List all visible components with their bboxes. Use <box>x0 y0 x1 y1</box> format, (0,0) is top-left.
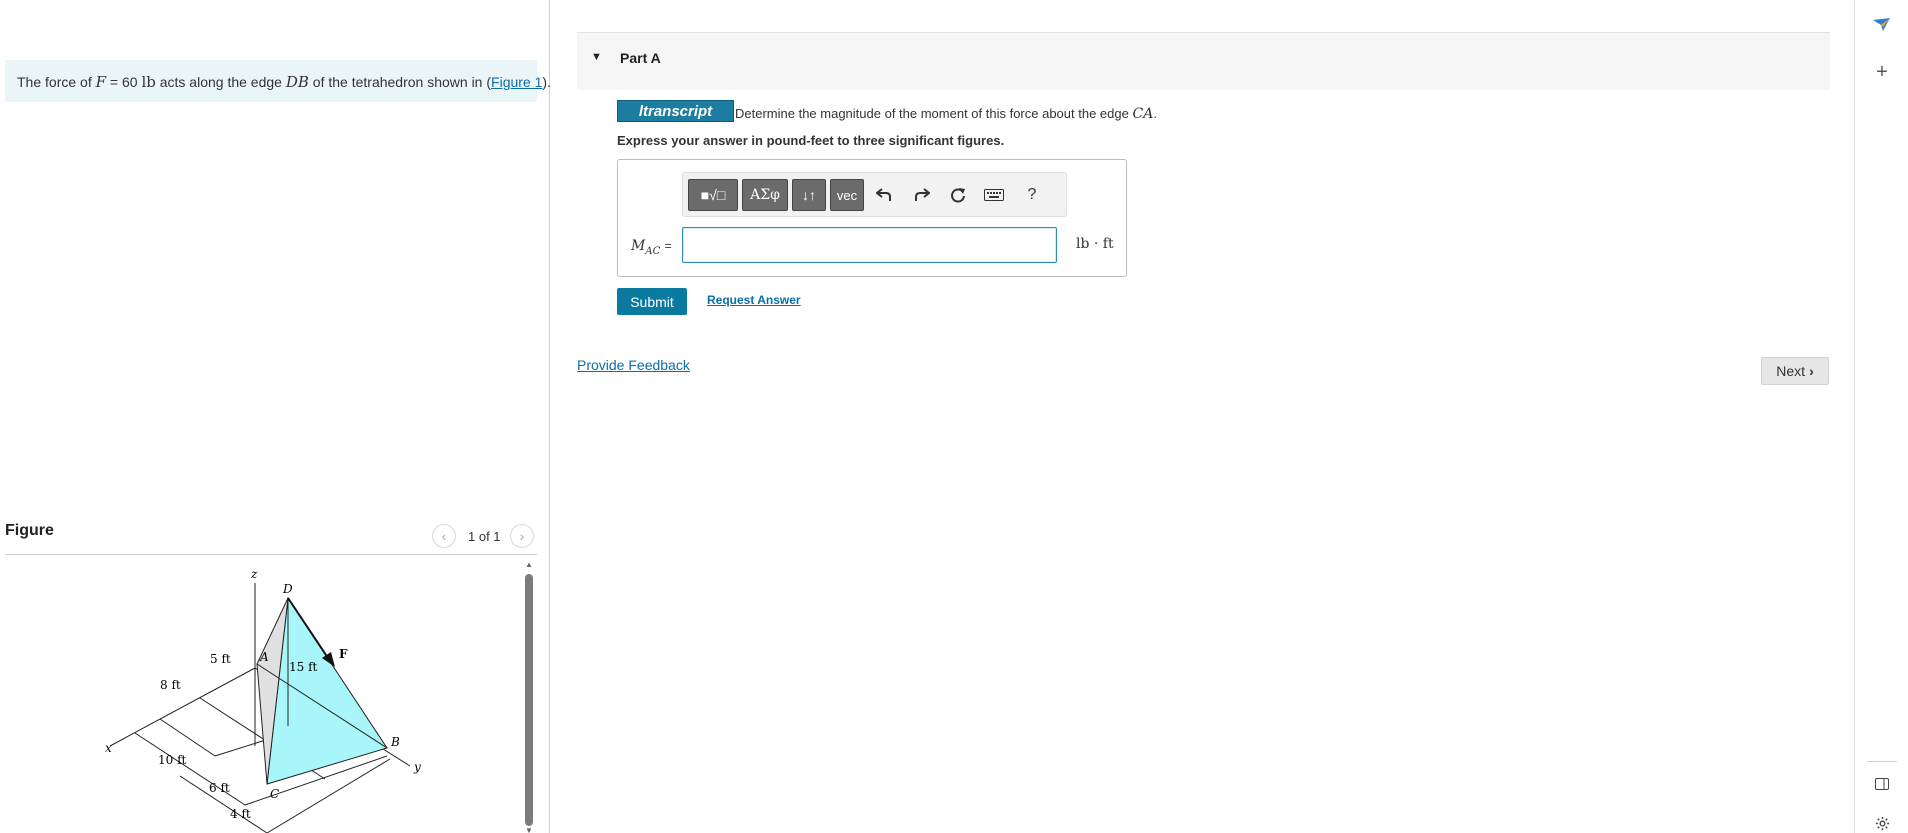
transcript-logo: ltranscript <box>617 100 734 122</box>
right-rail: + <box>1854 0 1908 833</box>
problem-mid: acts along the edge <box>159 74 282 90</box>
scroll-down-arrow-icon[interactable]: ▼ <box>525 826 533 833</box>
label-x: x <box>105 741 112 755</box>
question-text: Determine the magnitude of the moment of… <box>735 106 1157 122</box>
problem-close: ). <box>542 74 551 90</box>
label-15ft: 15 ft <box>289 660 318 674</box>
figure-viewport: z D A 15 ft F 5 ft 8 ft B y x 10 ft C 6 … <box>5 556 525 833</box>
force-unit: lb <box>141 73 156 91</box>
label-y: y <box>413 760 421 774</box>
vector-button[interactable]: vec <box>830 179 864 211</box>
label-A: A <box>259 650 269 664</box>
answer-unit: lb · ft <box>1076 236 1114 252</box>
app-root: { "problem": { "prefix": "The force of",… <box>0 0 1908 833</box>
paper-plane-icon[interactable] <box>1855 18 1908 32</box>
figure-divider <box>5 554 537 555</box>
label-4ft: 4 ft <box>230 807 251 821</box>
scroll-up-arrow-icon[interactable]: ▲ <box>525 560 533 569</box>
next-button[interactable]: Next › <box>1761 357 1829 385</box>
label-B: B <box>390 735 400 749</box>
answer-box: ■√□ ΑΣφ ↓↑ vec ? MAC = lb · ft <box>617 159 1127 277</box>
math-toolbar: ■√□ ΑΣφ ↓↑ vec ? <box>682 172 1067 217</box>
grid-line <box>159 718 216 757</box>
scroll-thumb[interactable] <box>525 574 533 826</box>
chevron-right-icon: › <box>1809 363 1814 379</box>
subscript-superscript-button[interactable]: ↓↑ <box>792 179 826 211</box>
variable-main: M <box>631 238 646 254</box>
answer-variable: MAC = <box>631 238 672 257</box>
label-z: z <box>250 567 258 581</box>
problem-pane: The force of F = 60 lb acts along the ed… <box>0 0 551 833</box>
caret-down-icon[interactable]: ▼ <box>591 51 602 63</box>
help-button[interactable]: ? <box>1019 181 1045 209</box>
force-variable: F <box>95 73 107 91</box>
figure-title: Figure <box>5 522 54 539</box>
part-title: Part A <box>620 50 661 66</box>
force-value: = 60 <box>109 74 138 90</box>
part-header[interactable]: ▼ Part A <box>577 32 1830 90</box>
plus-icon[interactable]: + <box>1855 62 1908 82</box>
label-F: F <box>339 647 348 661</box>
reset-icon[interactable] <box>945 181 971 209</box>
label-6ft: 6 ft <box>209 781 230 795</box>
rail-divider <box>1867 761 1897 762</box>
provide-feedback-link[interactable]: Provide Feedback <box>577 357 690 373</box>
label-D: D <box>282 582 293 596</box>
next-label: Next <box>1776 363 1806 379</box>
variable-subscript: AC <box>645 245 661 257</box>
redo-icon[interactable] <box>909 181 935 209</box>
instruction-text: Express your answer in pound-feet to thr… <box>617 133 1005 148</box>
sidebar-panel-icon[interactable] <box>1855 778 1908 790</box>
settings-gear-icon[interactable] <box>1855 816 1908 831</box>
edge-variable: DB <box>285 73 309 91</box>
tetrahedron-figure: z D A 15 ft F 5 ft 8 ft B y x 10 ft C 6 … <box>105 567 421 833</box>
figure-counter: 1 of 1 <box>468 529 501 544</box>
request-answer-link[interactable]: Request Answer <box>707 293 801 307</box>
templates-button[interactable]: ■√□ <box>688 179 738 211</box>
label-C: C <box>270 787 279 801</box>
figure-next-button[interactable]: › <box>510 524 534 548</box>
undo-icon[interactable] <box>871 181 897 209</box>
answer-input[interactable] <box>682 227 1057 263</box>
problem-statement: The force of F = 60 lb acts along the ed… <box>5 60 551 102</box>
figure-link[interactable]: Figure 1 <box>491 74 542 90</box>
figure-prev-button[interactable]: ‹ <box>432 524 456 548</box>
problem-prefix: The force of <box>17 74 92 90</box>
greek-symbols-button[interactable]: ΑΣφ <box>742 179 788 211</box>
label-8ft: 8 ft <box>160 678 181 692</box>
label-10ft: 10 ft <box>158 753 187 767</box>
problem-suffix: of the tetrahedron shown in ( <box>312 74 492 90</box>
variable-equals: = <box>664 239 672 253</box>
chevron-right-icon: › <box>519 528 525 544</box>
chevron-left-icon: ‹ <box>441 528 447 544</box>
question-end: . <box>1153 106 1157 121</box>
question-body: Determine the magnitude of the moment of… <box>735 106 1129 121</box>
question-edge: CA <box>1132 106 1154 122</box>
keyboard-icon[interactable] <box>981 181 1007 209</box>
figure-scrollbar[interactable]: ▲ ▼ <box>524 560 534 833</box>
submit-button[interactable]: Submit <box>617 288 687 315</box>
label-5ft: 5 ft <box>210 652 231 666</box>
